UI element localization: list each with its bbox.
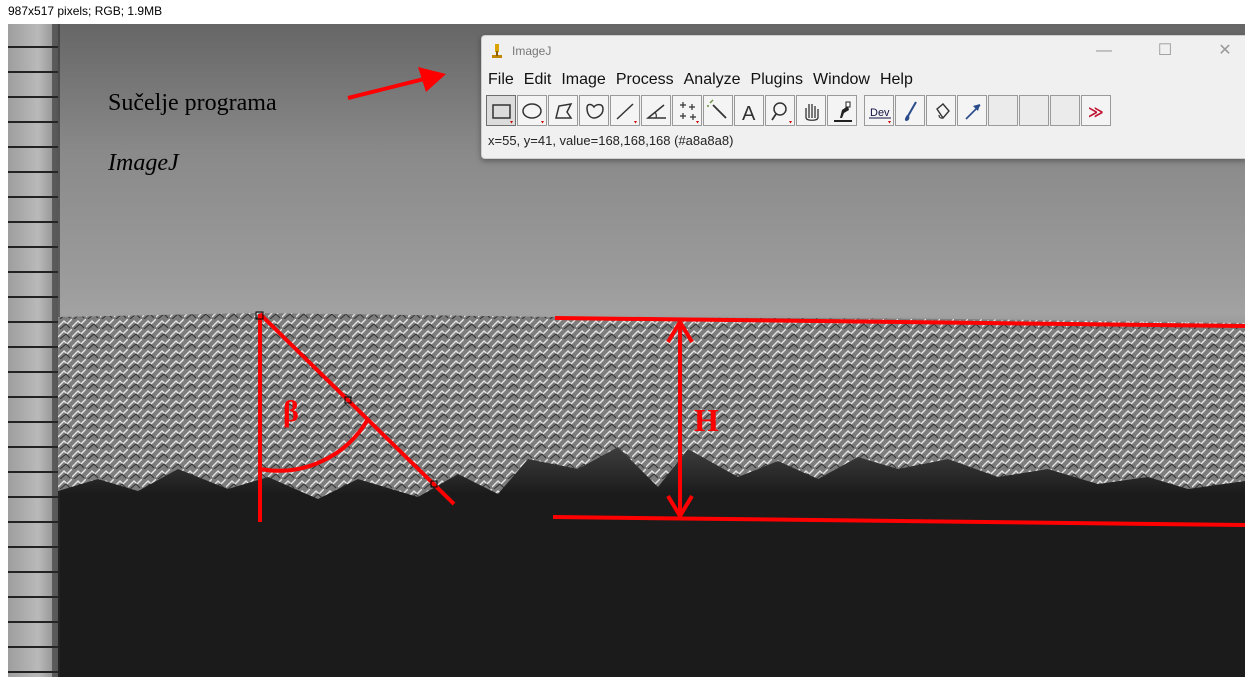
text-tool-icon: A xyxy=(742,103,756,125)
line-tool-icon xyxy=(616,103,637,124)
beta-angle-label: β xyxy=(283,395,299,428)
empty-tool-slot-1[interactable] xyxy=(988,95,1018,126)
caption-program-interface: Sučelje programa xyxy=(108,90,277,116)
svg-text:A: A xyxy=(742,103,756,125)
maximize-button[interactable]: ☐ xyxy=(1152,41,1178,61)
svg-text:≫: ≫ xyxy=(1088,103,1104,121)
close-button[interactable]: ✕ xyxy=(1212,41,1238,61)
multipoint-tool-icon xyxy=(680,102,699,124)
menu-edit[interactable]: Edit xyxy=(520,68,556,92)
empty-tool-slot-2[interactable] xyxy=(1019,95,1049,126)
freehand-tool-icon xyxy=(586,103,604,119)
more-tools-icon: ≫ xyxy=(1088,103,1104,121)
oval-tool-icon xyxy=(522,103,544,124)
developer-menu-icon: Dev xyxy=(869,107,891,124)
menu-plugins[interactable]: Plugins xyxy=(747,68,807,92)
minimize-button[interactable]: — xyxy=(1091,41,1117,61)
image-info-text: 987x517 pixels; RGB; 1.9MB xyxy=(8,4,163,18)
multipoint-tool-button[interactable] xyxy=(672,95,702,126)
dropper-tool-button[interactable] xyxy=(827,95,857,126)
imagej-window[interactable]: ImageJ — ☐ ✕ File Edit Image Process Ana… xyxy=(481,35,1245,159)
window-title: ImageJ xyxy=(512,44,552,58)
freehand-tool-button[interactable] xyxy=(579,95,609,126)
empty-tool-slot-3[interactable] xyxy=(1050,95,1080,126)
arrow-tool-icon xyxy=(965,104,981,120)
polygon-tool-icon xyxy=(555,103,573,119)
brush-tool-button[interactable] xyxy=(895,95,925,126)
flood-fill-tool-button[interactable] xyxy=(926,95,956,126)
imagej-titlebar[interactable]: ImageJ — ☐ ✕ xyxy=(482,36,1245,66)
angle-tool-button[interactable] xyxy=(641,95,671,126)
microscope-icon xyxy=(492,44,502,58)
caption-imagej: ImageJ xyxy=(108,150,179,176)
wand-tool-icon xyxy=(707,99,727,119)
menu-window[interactable]: Window xyxy=(809,68,874,92)
polygon-tool-button[interactable] xyxy=(548,95,578,126)
more-tools-button[interactable]: ≫ xyxy=(1081,95,1111,126)
tool-bar: A Dev ≫ xyxy=(486,95,1112,128)
brush-tool-icon xyxy=(904,101,917,121)
menu-bar: File Edit Image Process Analyze Plugins … xyxy=(482,68,917,92)
flood-fill-tool-icon xyxy=(936,103,950,120)
status-bar: x=55, y=41, value=168,168,168 (#a8a8a8) xyxy=(488,133,734,148)
arrow-tool-button[interactable] xyxy=(957,95,987,126)
magnifier-tool-icon xyxy=(771,102,792,124)
menu-help[interactable]: Help xyxy=(876,68,917,92)
menu-analyze[interactable]: Analyze xyxy=(680,68,745,92)
image-info-bar: 987x517 pixels; RGB; 1.9MB xyxy=(0,0,1245,24)
hand-tool-button[interactable] xyxy=(796,95,826,126)
menu-image[interactable]: Image xyxy=(557,68,609,92)
line-tool-button[interactable] xyxy=(610,95,640,126)
dropper-tool-icon xyxy=(834,101,852,122)
rectangle-tool-icon xyxy=(492,104,513,124)
rectangle-tool-button[interactable] xyxy=(486,95,516,126)
height-label: H xyxy=(694,402,719,438)
developer-menu-button[interactable]: Dev xyxy=(864,95,894,126)
text-tool-button[interactable]: A xyxy=(734,95,764,126)
wand-tool-button[interactable] xyxy=(703,95,733,126)
menu-process[interactable]: Process xyxy=(612,68,678,92)
angle-tool-icon xyxy=(645,104,666,119)
oval-tool-button[interactable] xyxy=(517,95,547,126)
menu-file[interactable]: File xyxy=(484,68,518,92)
svg-text:Dev: Dev xyxy=(870,107,890,119)
hand-tool-icon xyxy=(805,104,819,121)
magnifier-tool-button[interactable] xyxy=(765,95,795,126)
